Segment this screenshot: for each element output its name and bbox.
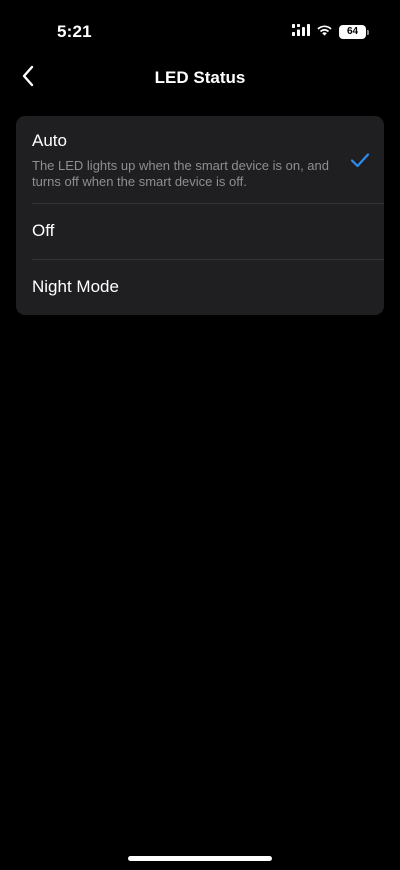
status-time: 5:21	[57, 22, 92, 41]
option-label: Off	[32, 221, 55, 240]
screen: 5:21 64 LED Status Auto The LED lights u…	[0, 0, 400, 870]
option-description: The LED lights up when the smart device …	[32, 158, 329, 189]
status-bar: 5:21 64	[0, 0, 400, 60]
nav-bar: LED Status	[0, 56, 400, 100]
battery-level: 64	[346, 26, 359, 37]
status-icons: 64	[292, 23, 369, 41]
page-title: LED Status	[154, 68, 246, 87]
home-indicator[interactable]	[128, 856, 272, 861]
option-label: Night Mode	[32, 277, 119, 296]
option-auto[interactable]: Auto The LED lights up when the smart de…	[16, 116, 384, 203]
led-status-options: Auto The LED lights up when the smart de…	[16, 116, 384, 315]
option-off[interactable]: Off	[16, 203, 384, 259]
cellular-signal-icon	[292, 23, 310, 41]
battery-icon: 64	[339, 25, 369, 39]
option-night-mode[interactable]: Night Mode	[16, 259, 384, 315]
wifi-icon	[316, 23, 333, 41]
option-label: Auto	[32, 131, 67, 150]
checkmark-icon	[350, 152, 370, 168]
battery-cap	[367, 30, 369, 35]
